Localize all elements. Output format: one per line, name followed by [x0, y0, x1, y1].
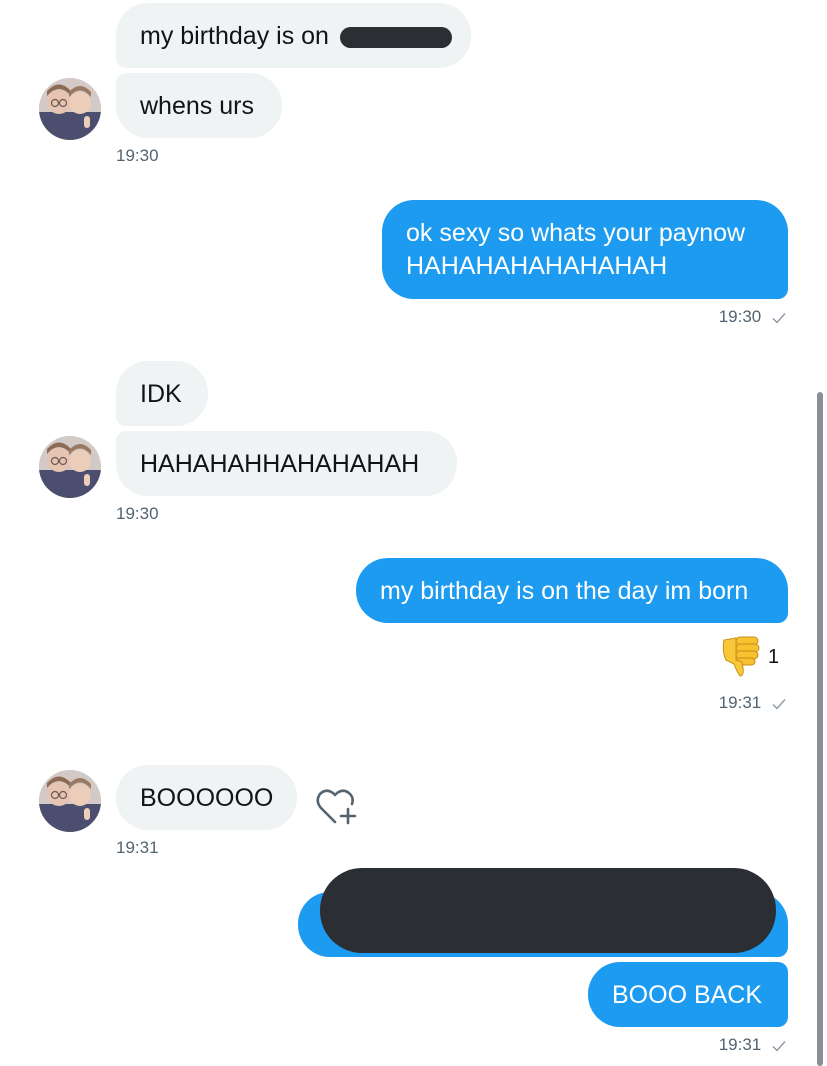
message-text: my birthday is on the day im born	[380, 577, 749, 605]
message-text: whens urs	[140, 92, 254, 120]
message-text: HAHAHAHHAHAHAHAH	[140, 450, 420, 478]
timestamp-text: 19:31	[718, 693, 762, 712]
message-timestamp: 19:30	[116, 504, 159, 523]
check-icon	[772, 698, 786, 710]
received-message[interactable]: HAHAHAHHAHAHAHAH	[116, 431, 457, 496]
message-timestamp: 19:31	[116, 838, 159, 857]
message-text: my birthday is on	[140, 22, 329, 50]
message-text: IDK	[140, 380, 182, 408]
redaction-mark	[340, 27, 452, 48]
check-icon	[772, 1040, 786, 1052]
redaction-mark	[320, 868, 776, 953]
avatar[interactable]	[39, 770, 101, 832]
add-reaction-button[interactable]	[314, 786, 362, 828]
received-message[interactable]: whens urs	[116, 73, 282, 138]
received-message[interactable]: BOOOOOO	[116, 765, 297, 830]
check-icon	[772, 312, 786, 324]
message-timestamp: 19:31	[719, 693, 786, 713]
message-text: BOOO BACK	[612, 981, 763, 1009]
message-text: HAHAHAHAHAHAHAH	[406, 252, 668, 280]
sent-message[interactable]: my birthday is on the day im born	[356, 558, 788, 623]
reaction-badge[interactable]: 1	[720, 634, 784, 680]
thumbs-down-icon	[722, 636, 760, 677]
heart-plus-icon	[316, 789, 357, 825]
sent-message[interactable]: ok sexy so whats your paynow HAHAHAHAHAH…	[382, 200, 788, 299]
avatar[interactable]	[39, 78, 101, 140]
reaction-count: 1	[768, 646, 780, 668]
message-timestamp: 19:30	[116, 146, 159, 165]
message-text: ok sexy so whats your paynow	[406, 219, 746, 247]
timestamp-text: 19:30	[718, 307, 762, 326]
avatar[interactable]	[39, 436, 101, 498]
scrollbar[interactable]	[817, 392, 823, 1066]
message-text: BOOOOOO	[140, 784, 274, 812]
sent-message[interactable]: BOOO BACK	[588, 962, 788, 1027]
received-message[interactable]: IDK	[116, 361, 208, 426]
timestamp-text: 19:31	[718, 1035, 762, 1054]
message-timestamp: 19:30	[719, 307, 786, 327]
message-timestamp: 19:31	[719, 1035, 786, 1055]
